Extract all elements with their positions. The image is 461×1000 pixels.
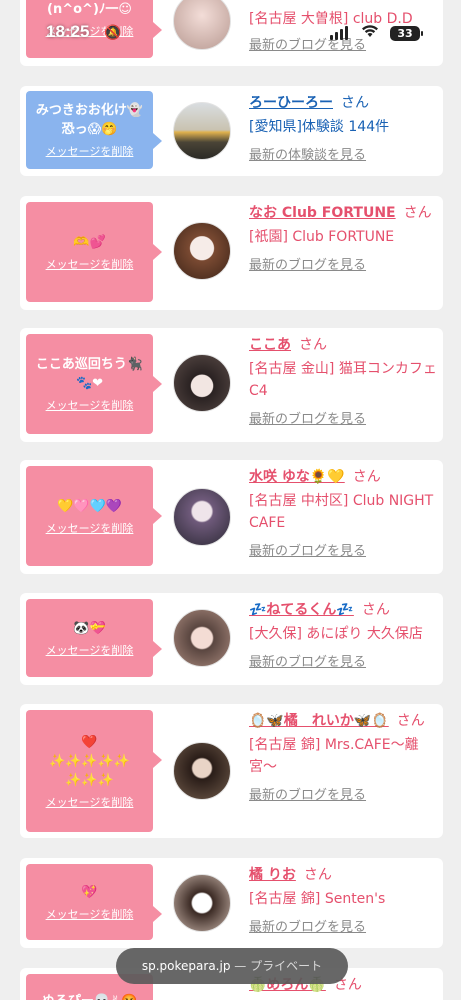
user-name-link[interactable]: 橘 りお [249,867,296,883]
shop-info: [大久保] あにぽり 大久保店 [249,626,423,642]
delete-message-link[interactable]: メッセージを削除 [46,397,134,413]
avatar[interactable] [173,354,231,412]
url-bar[interactable]: sp.pokepara.jp — プライベート [116,948,348,984]
list-item: 🐼💝 メッセージを削除 💤ねてるくん💤 さん [大久保] あにぽり 大久保店 最新… [20,593,443,685]
latest-blog-link[interactable]: 最新のブログを見る [249,784,366,803]
avatar[interactable] [173,102,231,160]
message-bubble: ここあ巡回ちう🐈‍⬛ 🐾❤ メッセージを削除 [26,334,162,434]
message-bubble: 💛🩷🩵💜 メッセージを削除 [26,466,162,566]
user-name-link[interactable]: 💤ねてるくん💤 [249,602,354,618]
delete-message-link[interactable]: メッセージを削除 [46,520,134,536]
url-domain: sp.pokepara.jp [141,959,231,973]
shop-info: [名古屋 大曽根] club D.D [249,11,413,27]
message-bubble: (n^o^)ﾉ一☺ メッセージを削除 [26,0,162,58]
delete-message-link[interactable]: メッセージを削除 [46,143,134,159]
list-item: 💖 メッセージを削除 橘 りお さん [名古屋 錦] Senten's 最新のブロ… [20,858,443,948]
message-text: ❤️ ✨✨✨✨✨ ✨✨✨ [49,734,130,788]
message-bubble: 🫶💕 メッセージを削除 [26,202,162,302]
message-text: (n^o^)ﾉ一☺ [47,1,132,17]
user-name-link[interactable]: 水咲 ゆな🌻💛 [249,469,345,485]
avatar[interactable] [173,609,231,667]
latest-blog-link[interactable]: 最新のブログを見る [249,916,366,935]
honorific: さん [303,867,332,883]
shop-info: [愛知県]体験談 144件 [249,119,390,135]
user-name-link[interactable]: なお Club FORTUNE [249,205,396,221]
shop-info: [名古屋 中村区] Club NIGHT CAFE [249,493,434,531]
honorific: さん [396,713,425,729]
message-text: 🫶💕 [73,234,106,250]
avatar[interactable] [173,222,231,280]
honorific: さん [341,95,369,111]
message-text: ぬるぴー💀✌🤬 [42,992,137,1000]
honorific: さん [299,337,327,353]
delete-message-link[interactable]: メッセージを削除 [46,794,134,810]
message-text: みつきおお化け👻 恐っ😱🤭 [35,103,144,137]
latest-blog-link[interactable]: 最新のブログを見る [249,540,366,559]
user-name-link[interactable]: 🪞🦋橘 れいか🦋🪞 [249,713,389,729]
user-name-link[interactable]: ろーひーろー [249,95,333,111]
message-text: 🐼💝 [73,620,106,636]
list-item: 🫶💕 メッセージを削除 なお Club FORTUNE さん [祇園] Club … [20,196,443,310]
message-bubble: みつきおお化け👻 恐っ😱🤭 メッセージを削除 [26,91,162,169]
shop-info: [名古屋 錦] Senten's [249,891,386,907]
message-bubble: ❤️ ✨✨✨✨✨ ✨✨✨ メッセージを削除 [26,710,162,832]
message-bubble: 💖 メッセージを削除 [26,864,162,940]
private-mode-label: プライベート [250,959,323,973]
list-item: 💛🩷🩵💜 メッセージを削除 水咲 ゆな🌻💛 さん [名古屋 中村区] Club N… [20,460,443,574]
list-item: ここあ巡回ちう🐈‍⬛ 🐾❤ メッセージを削除 ここあ さん [名古屋 金山] 猫耳… [20,328,443,442]
message-text: 💖 [81,884,98,900]
latest-blog-link[interactable]: 最新のブログを見る [249,34,366,53]
list-item: ❤️ ✨✨✨✨✨ ✨✨✨ メッセージを削除 🪞🦋橘 れいか🦋🪞 さん [名古屋 錦… [20,704,443,838]
message-bubble: 🐼💝 メッセージを削除 [26,599,162,677]
delete-message-link[interactable]: メッセージを削除 [46,642,134,658]
latest-blog-link[interactable]: 最新のブログを見る [249,651,366,670]
delete-message-link[interactable]: メッセージを削除 [46,906,134,922]
delete-message-link[interactable]: メッセージを削除 [46,256,134,272]
list-item: みつきおお化け👻 恐っ😱🤭 メッセージを削除 ろーひーろー さん [愛知県]体験談… [20,86,443,176]
avatar[interactable] [173,488,231,546]
avatar[interactable] [173,874,231,932]
shop-info: [名古屋 錦] Mrs.CAFE〜離宮〜 [249,737,419,775]
latest-blog-link[interactable]: 最新のブログを見る [249,408,366,427]
avatar[interactable] [173,742,231,800]
honorific: さん [403,205,432,221]
honorific: さん [361,602,390,618]
message-text: 💛🩷🩵💜 [57,498,122,514]
latest-blog-link[interactable]: 最新のブログを見る [249,254,366,273]
user-name-link[interactable]: ここあ [249,337,291,353]
honorific: さん [352,469,381,485]
message-text: ここあ巡回ちう🐈‍⬛ 🐾❤ [35,357,144,391]
delete-message-link[interactable]: メッセージを削除 [46,23,134,39]
latest-review-link[interactable]: 最新の体験談を見る [249,144,366,163]
list-item: (n^o^)ﾉ一☺ メッセージを削除 [名古屋 大曽根] club D.D 最新… [20,0,443,66]
shop-info: [祇園] Club FORTUNE [249,229,395,245]
avatar[interactable] [173,0,231,50]
shop-info: [名古屋 金山] 猫耳コンカフェ C4 [249,361,437,399]
url-separator: — [230,959,251,973]
